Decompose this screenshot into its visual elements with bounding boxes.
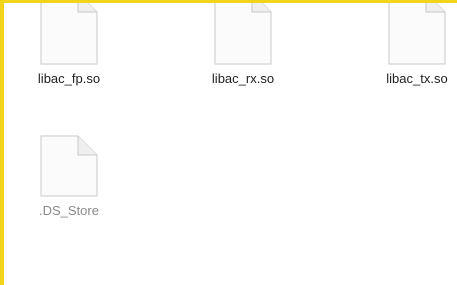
file-item-libac-fp[interactable]: libac_fp.so bbox=[21, 3, 117, 86]
document-icon bbox=[40, 3, 98, 65]
document-icon bbox=[40, 135, 98, 197]
file-name-label: libac_tx.so bbox=[386, 71, 448, 86]
finder-icon-view: libac_fp.so libac_rx.so libac_tx.so .DS_… bbox=[0, 0, 457, 285]
file-name-label: .DS_Store bbox=[39, 203, 99, 218]
file-item-libac-rx[interactable]: libac_rx.so bbox=[195, 3, 291, 86]
file-name-label: libac_fp.so bbox=[37, 71, 101, 86]
file-name-label: libac_rx.so bbox=[211, 71, 275, 86]
document-icon bbox=[388, 3, 446, 65]
file-item-ds-store[interactable]: .DS_Store bbox=[21, 135, 117, 218]
document-icon bbox=[214, 3, 272, 65]
file-item-libac-tx[interactable]: libac_tx.so bbox=[369, 3, 457, 86]
